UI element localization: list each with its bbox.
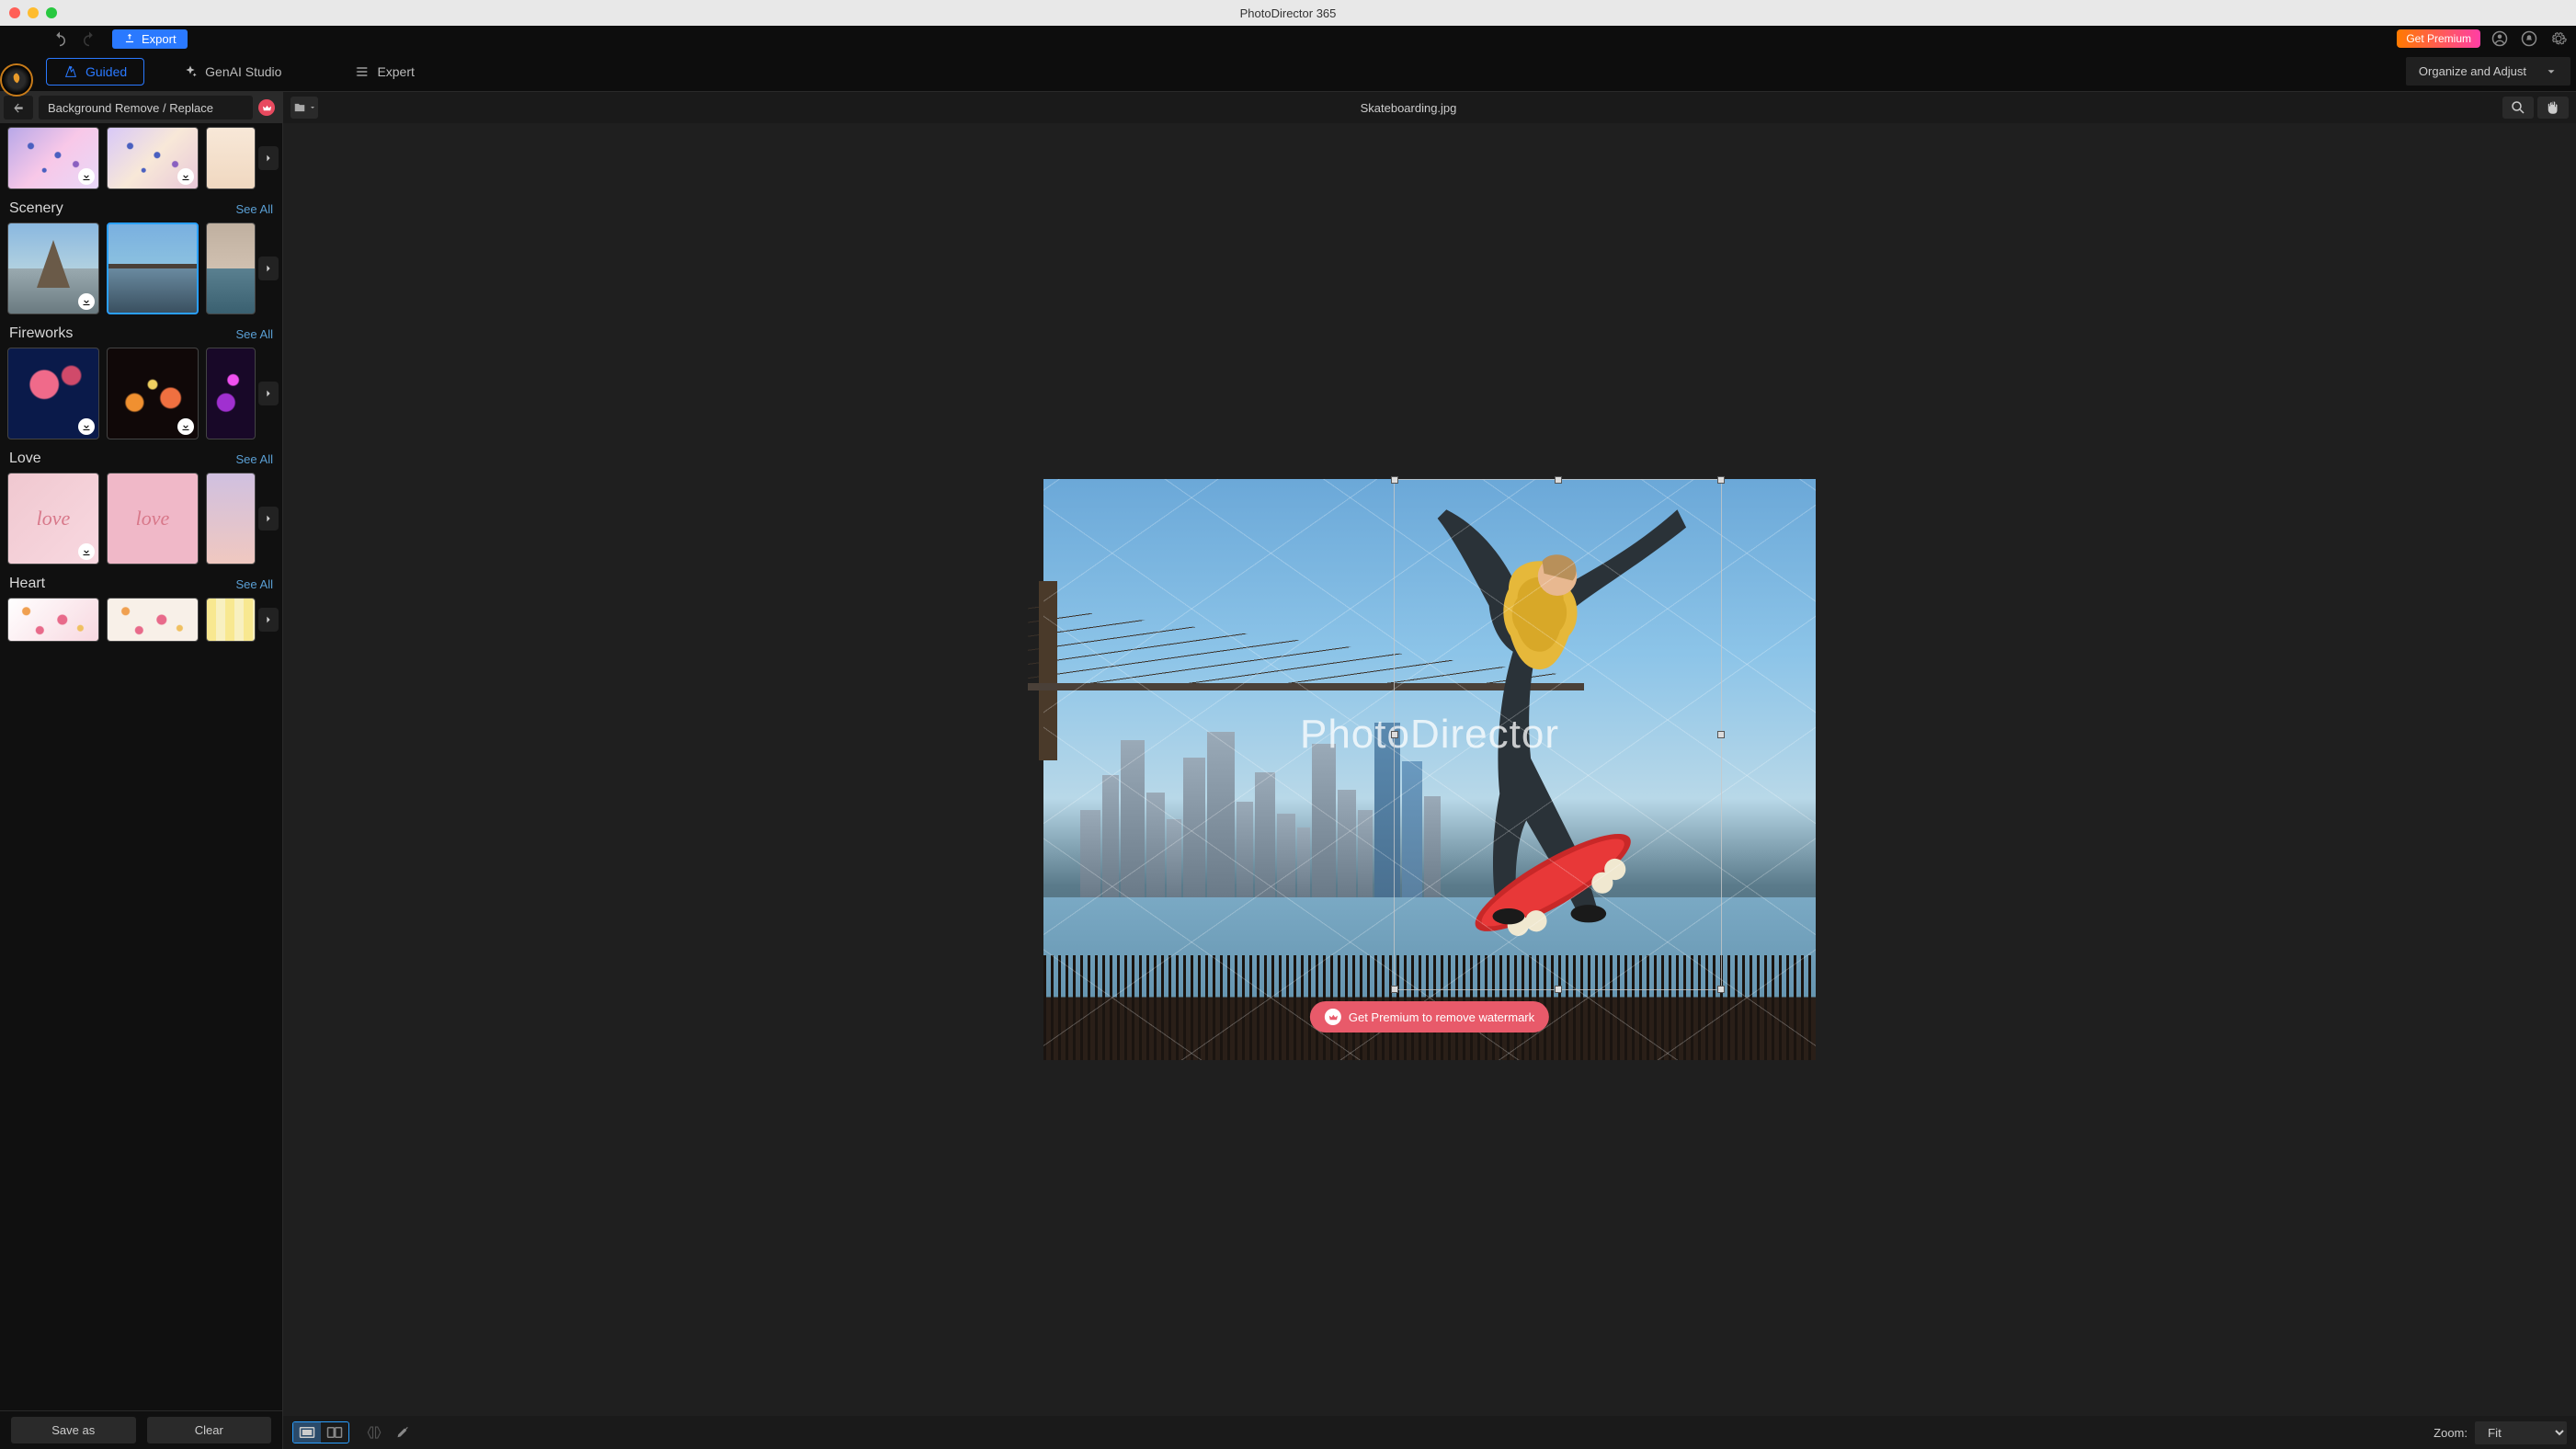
bg-thumb-butterfly-warm[interactable] [206,127,256,189]
premium-watermark-nag[interactable]: Get Premium to remove watermark [1310,1001,1549,1033]
view-mode-toggle [292,1421,349,1443]
selection-handle-w[interactable] [1391,731,1398,738]
view-split[interactable] [321,1422,348,1443]
crown-icon [1325,1009,1341,1025]
bg-thumb-love-script-1[interactable]: love [7,473,99,565]
window-titlebar: PhotoDirector 365 [0,0,2576,26]
bg-thumb-fireworks-purple[interactable] [206,348,256,439]
undo-button[interactable] [50,29,70,49]
bg-thumb-hearts-cream[interactable] [107,598,199,642]
app-logo[interactable] [0,63,33,97]
selection-handle-se[interactable] [1717,986,1725,993]
account-icon[interactable] [2490,29,2510,49]
see-all-link[interactable]: See All [236,202,273,216]
bg-thumb-love-script-2[interactable]: love [107,473,199,565]
download-icon [78,418,95,435]
bg-thumb-fireworks-gold[interactable] [107,348,199,439]
eyedropper-button[interactable] [392,1422,412,1443]
export-button-label: Export [142,32,177,46]
redo-button[interactable] [79,29,99,49]
selection-handle-ne[interactable] [1717,476,1725,484]
top-toolbar: Export Get Premium [0,26,2576,51]
canvas-header: Skateboarding.jpg [283,92,2576,123]
selection-handle-e[interactable] [1717,731,1725,738]
canvas-footer: Zoom: Fit [283,1416,2576,1449]
see-all-link[interactable]: See All [236,327,273,341]
category-name: Scenery [9,200,63,217]
window-minimize[interactable] [28,7,39,18]
premium-crown-badge [258,99,275,116]
sidebar-scroll[interactable]: Scenery See All Fireworks See All Love See… [0,123,282,1410]
zoom-label: Zoom: [2434,1426,2468,1440]
save-as-button[interactable]: Save as [11,1417,136,1443]
selection-handle-n[interactable] [1555,476,1562,484]
selection-handle-s[interactable] [1555,986,1562,993]
chevron-down-icon [2545,65,2558,78]
category-name: Fireworks [9,325,73,342]
tab-genai-label: GenAI Studio [205,64,281,79]
zoom-tool-button[interactable] [2502,97,2534,119]
mode-tabbar: Guided GenAI Studio Expert Organize and … [0,51,2576,92]
notifications-icon[interactable] [2519,29,2539,49]
download-icon [177,418,194,435]
organize-and-adjust-button[interactable]: Organize and Adjust [2406,57,2570,86]
tab-guided[interactable]: Guided [46,58,144,86]
bg-thumb-butterfly-sky-2[interactable] [107,127,199,189]
tab-expert-label: Expert [377,64,414,79]
flip-button[interactable] [364,1422,384,1443]
bg-thumb-butterfly-sky-1[interactable] [7,127,99,189]
bg-thumb-city-bridge[interactable] [107,222,199,314]
premium-nag-label: Get Premium to remove watermark [1349,1010,1534,1024]
get-premium-button[interactable]: Get Premium [2397,29,2480,48]
pan-tool-button[interactable] [2537,97,2569,119]
category-name: Love [9,451,41,467]
see-all-link[interactable]: See All [236,452,273,466]
window-title: PhotoDirector 365 [0,6,2576,20]
row-next-button[interactable] [258,257,279,280]
selection-handle-nw[interactable] [1391,476,1398,484]
canvas-body[interactable]: PhotoDirector Get Premium to remove wa [283,123,2576,1416]
bg-thumb-hearts-stripe[interactable] [206,598,256,642]
clear-button[interactable]: Clear [147,1417,272,1443]
row-next-button[interactable] [258,382,279,405]
bg-thumb-love-pastel[interactable] [206,473,256,565]
bg-thumb-hearts-pink[interactable] [7,598,99,642]
sidebar-title: Background Remove / Replace [39,96,253,120]
see-all-link[interactable]: See All [236,577,273,591]
tab-expert[interactable]: Expert [338,59,430,85]
image-preview[interactable]: PhotoDirector Get Premium to remove wa [1043,479,1816,1060]
open-folder-button[interactable] [291,97,318,119]
download-icon [78,543,95,560]
download-icon [177,168,194,185]
download-icon [78,293,95,310]
selection-box[interactable] [1394,479,1722,990]
export-button[interactable]: Export [112,29,188,49]
bg-thumb-fireworks-hearts[interactable] [7,348,99,439]
bg-thumb-eiffel-tower[interactable] [7,222,99,314]
organize-button-label: Organize and Adjust [2419,64,2526,78]
view-single[interactable] [293,1422,321,1443]
row-next-button[interactable] [258,608,279,632]
bg-thumb-venice-canal[interactable] [206,222,256,314]
row-next-button[interactable] [258,507,279,531]
selection-handle-sw[interactable] [1391,986,1398,993]
row-next-button[interactable] [258,146,279,170]
tab-genai-studio[interactable]: GenAI Studio [166,59,298,85]
zoom-select[interactable]: Fit [2475,1421,2567,1444]
window-zoom[interactable] [46,7,57,18]
category-name: Heart [9,576,45,592]
sidebar: Background Remove / Replace Scenery See … [0,92,283,1449]
settings-icon[interactable] [2548,29,2569,49]
current-filename: Skateboarding.jpg [318,101,2499,115]
tab-guided-label: Guided [85,64,127,79]
back-button[interactable] [4,96,33,120]
window-close[interactable] [9,7,20,18]
download-icon [78,168,95,185]
